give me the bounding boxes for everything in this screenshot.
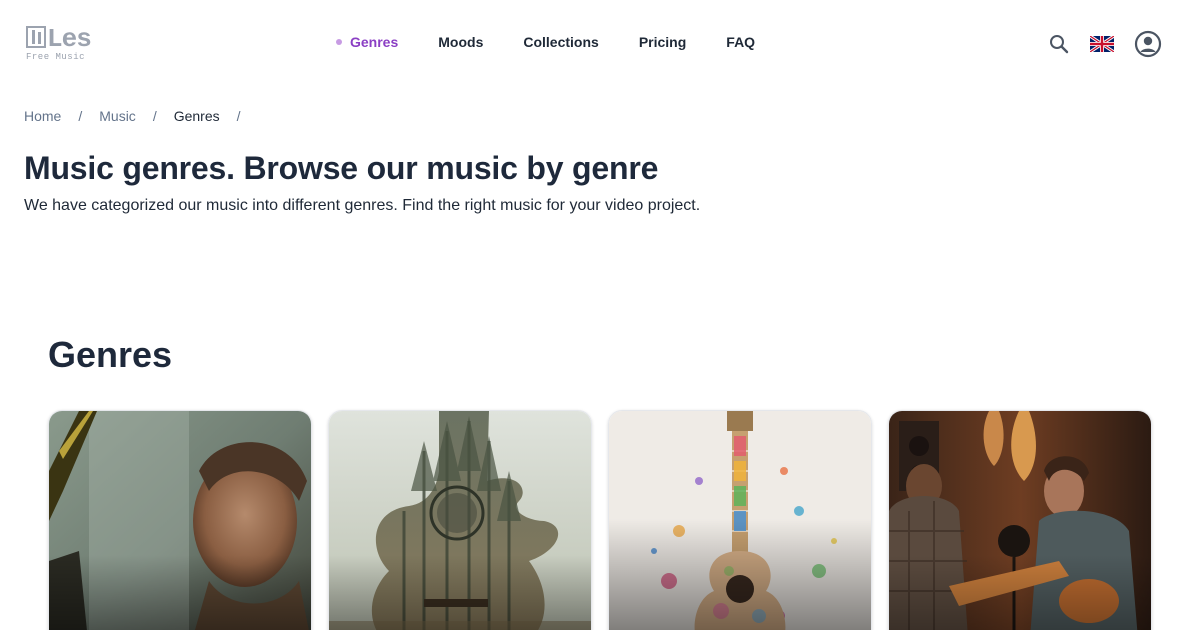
genre-card[interactable] <box>608 410 872 630</box>
section-title: Genres <box>48 334 173 375</box>
user-account-icon[interactable] <box>1134 30 1162 58</box>
breadcrumb-separator: / <box>236 108 241 124</box>
main-nav: Genres Moods Collections Pricing FAQ <box>336 34 795 50</box>
site-header: Les Free Music Genres Moods Collections … <box>0 0 1200 88</box>
page-subtitle: We have categorized our music into diffe… <box>24 197 701 214</box>
page-title: Music genres. Browse our music by genre <box>24 150 659 186</box>
breadcrumb-current: Genres <box>173 108 220 124</box>
logo-wordmark: Les <box>26 26 92 52</box>
genre-card[interactable] <box>328 410 592 630</box>
active-dot-icon <box>336 39 342 45</box>
mixer-icon <box>26 26 46 48</box>
uk-flag-icon[interactable] <box>1090 36 1114 52</box>
logo-tagline: Free Music <box>26 52 86 62</box>
genre-card[interactable] <box>888 410 1152 630</box>
genre-card-list <box>48 410 1168 630</box>
card-image <box>889 411 1151 630</box>
header-tools <box>1030 30 1162 58</box>
breadcrumb-separator: / <box>152 108 157 124</box>
nav-item-moods[interactable]: Moods <box>438 34 483 50</box>
nav-item-collections[interactable]: Collections <box>523 34 598 50</box>
nav-item-pricing[interactable]: Pricing <box>639 34 686 50</box>
breadcrumb: Home / Music / Genres / <box>24 108 258 124</box>
nav-item-genres[interactable]: Genres <box>336 34 398 50</box>
breadcrumb-home[interactable]: Home <box>24 108 61 124</box>
card-image <box>49 411 311 630</box>
breadcrumb-music[interactable]: Music <box>99 108 136 124</box>
genre-card[interactable] <box>48 410 312 630</box>
search-icon[interactable] <box>1048 33 1070 55</box>
card-image <box>609 411 871 630</box>
site-logo[interactable]: Les Free Music <box>26 26 106 62</box>
card-image <box>329 411 591 630</box>
breadcrumb-separator: / <box>78 108 83 124</box>
nav-item-faq[interactable]: FAQ <box>726 34 755 50</box>
